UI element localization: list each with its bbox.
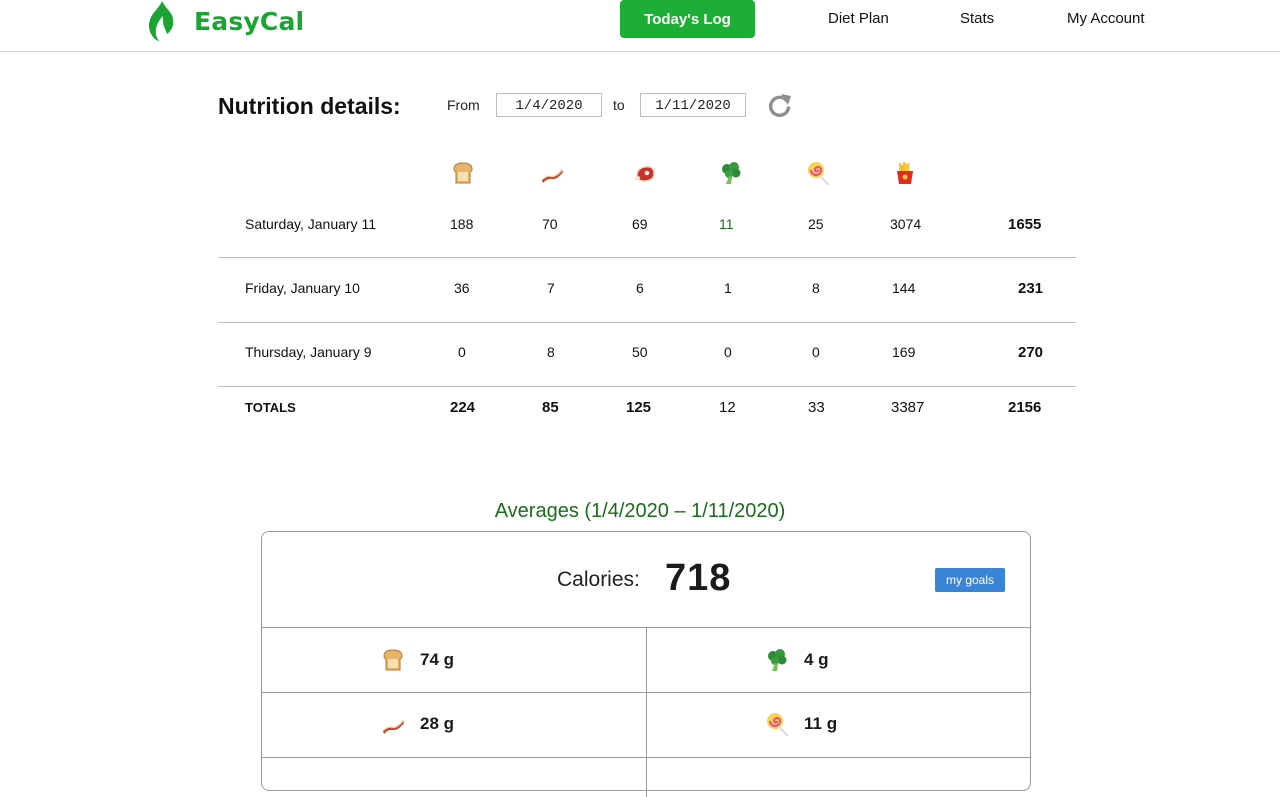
table-row: Saturday, January 11 188 70 69 11 25 307… [218,193,1076,258]
row-value: 188 [450,216,474,232]
macro-vegetables: 4 g [764,647,829,673]
averages-title: Averages (1/4/2020 – 1/11/2020) [494,500,786,522]
bacon-icon [380,711,406,737]
nav-stats[interactable]: Stats [960,10,994,27]
totals-value: 125 [626,399,652,416]
macro-value: 11 g [804,714,838,733]
bread-icon [450,160,476,186]
top-navigation-bar: EasyCal Today's Log Diet Plan Stats My A… [0,0,1280,52]
table-row: Thursday, January 9 0 8 50 0 0 169 270 [218,322,1076,387]
app-logo[interactable]: EasyCal [146,0,304,42]
totals-grand-total: 2156 [1008,399,1042,416]
fries-icon [892,160,918,186]
broccoli-icon [718,160,744,186]
row-date: Friday, January 10 [245,280,360,296]
row-value: 8 [812,280,820,296]
totals-value: 224 [450,399,476,416]
to-date-input[interactable]: 1/11/2020 [640,93,746,117]
row-value: 144 [892,280,916,296]
row-value: 69 [632,216,648,232]
totals-value: 3387 [891,399,925,416]
todays-log-button[interactable]: Today's Log [620,0,755,38]
calories-value: 718 [665,557,732,599]
row-total: 231 [1018,280,1044,297]
calories-label: Calories: [557,568,640,591]
lollipop-icon [805,160,831,186]
my-goals-button[interactable]: my goals [935,568,1005,592]
averages-panel: Calories: 718 my goals 74 g 4 g 28 g 11 … [261,531,1031,797]
bread-icon [380,647,406,673]
row-value: 70 [542,216,558,232]
macro-value: 4 g [804,650,829,669]
totals-value: 33 [808,399,825,416]
lollipop-icon [764,711,790,737]
app-name: EasyCal [194,6,305,36]
table-row: Friday, January 10 36 7 6 1 8 144 231 [218,258,1076,323]
row-date: Saturday, January 11 [245,216,377,232]
divider [646,627,647,797]
row-total: 1655 [1008,216,1042,233]
row-value: 0 [458,344,466,360]
macro-carbs: 74 g [380,647,454,673]
row-value: 169 [892,344,916,360]
bacon-icon [539,160,565,186]
totals-value: 85 [542,399,559,416]
macro-sugar: 11 g [764,711,837,737]
leaf-logo-icon [149,1,174,41]
row-value: 3074 [890,216,922,232]
nav-my-account[interactable]: My Account [1067,10,1145,27]
row-value: 1 [724,280,732,296]
row-value: 0 [724,344,732,360]
row-date: Thursday, January 9 [245,344,372,360]
row-value: 25 [808,216,824,232]
totals-label: TOTALS [245,400,296,415]
from-label: From [447,97,480,113]
page-title: Nutrition details: [218,93,401,119]
row-value: 8 [547,344,555,360]
nav-diet-plan[interactable]: Diet Plan [828,10,889,27]
row-value: 7 [547,280,555,296]
row-value: 0 [812,344,820,360]
refresh-icon[interactable] [766,92,794,120]
meat-icon [632,160,658,186]
row-value: 11 [719,216,734,232]
from-date-input[interactable]: 1/4/2020 [496,93,602,117]
to-label: to [613,97,625,113]
macro-fat: 28 g [380,711,454,737]
macro-value: 74 g [420,650,455,669]
totals-value: 12 [719,399,736,416]
row-value: 6 [636,280,644,296]
totals-row: TOTALS 224 85 125 12 33 3387 2156 [218,387,1076,451]
row-total: 270 [1018,344,1044,361]
row-value: 36 [454,280,470,296]
broccoli-icon [764,647,790,673]
row-value: 50 [632,344,648,360]
macro-value: 28 g [420,714,455,733]
